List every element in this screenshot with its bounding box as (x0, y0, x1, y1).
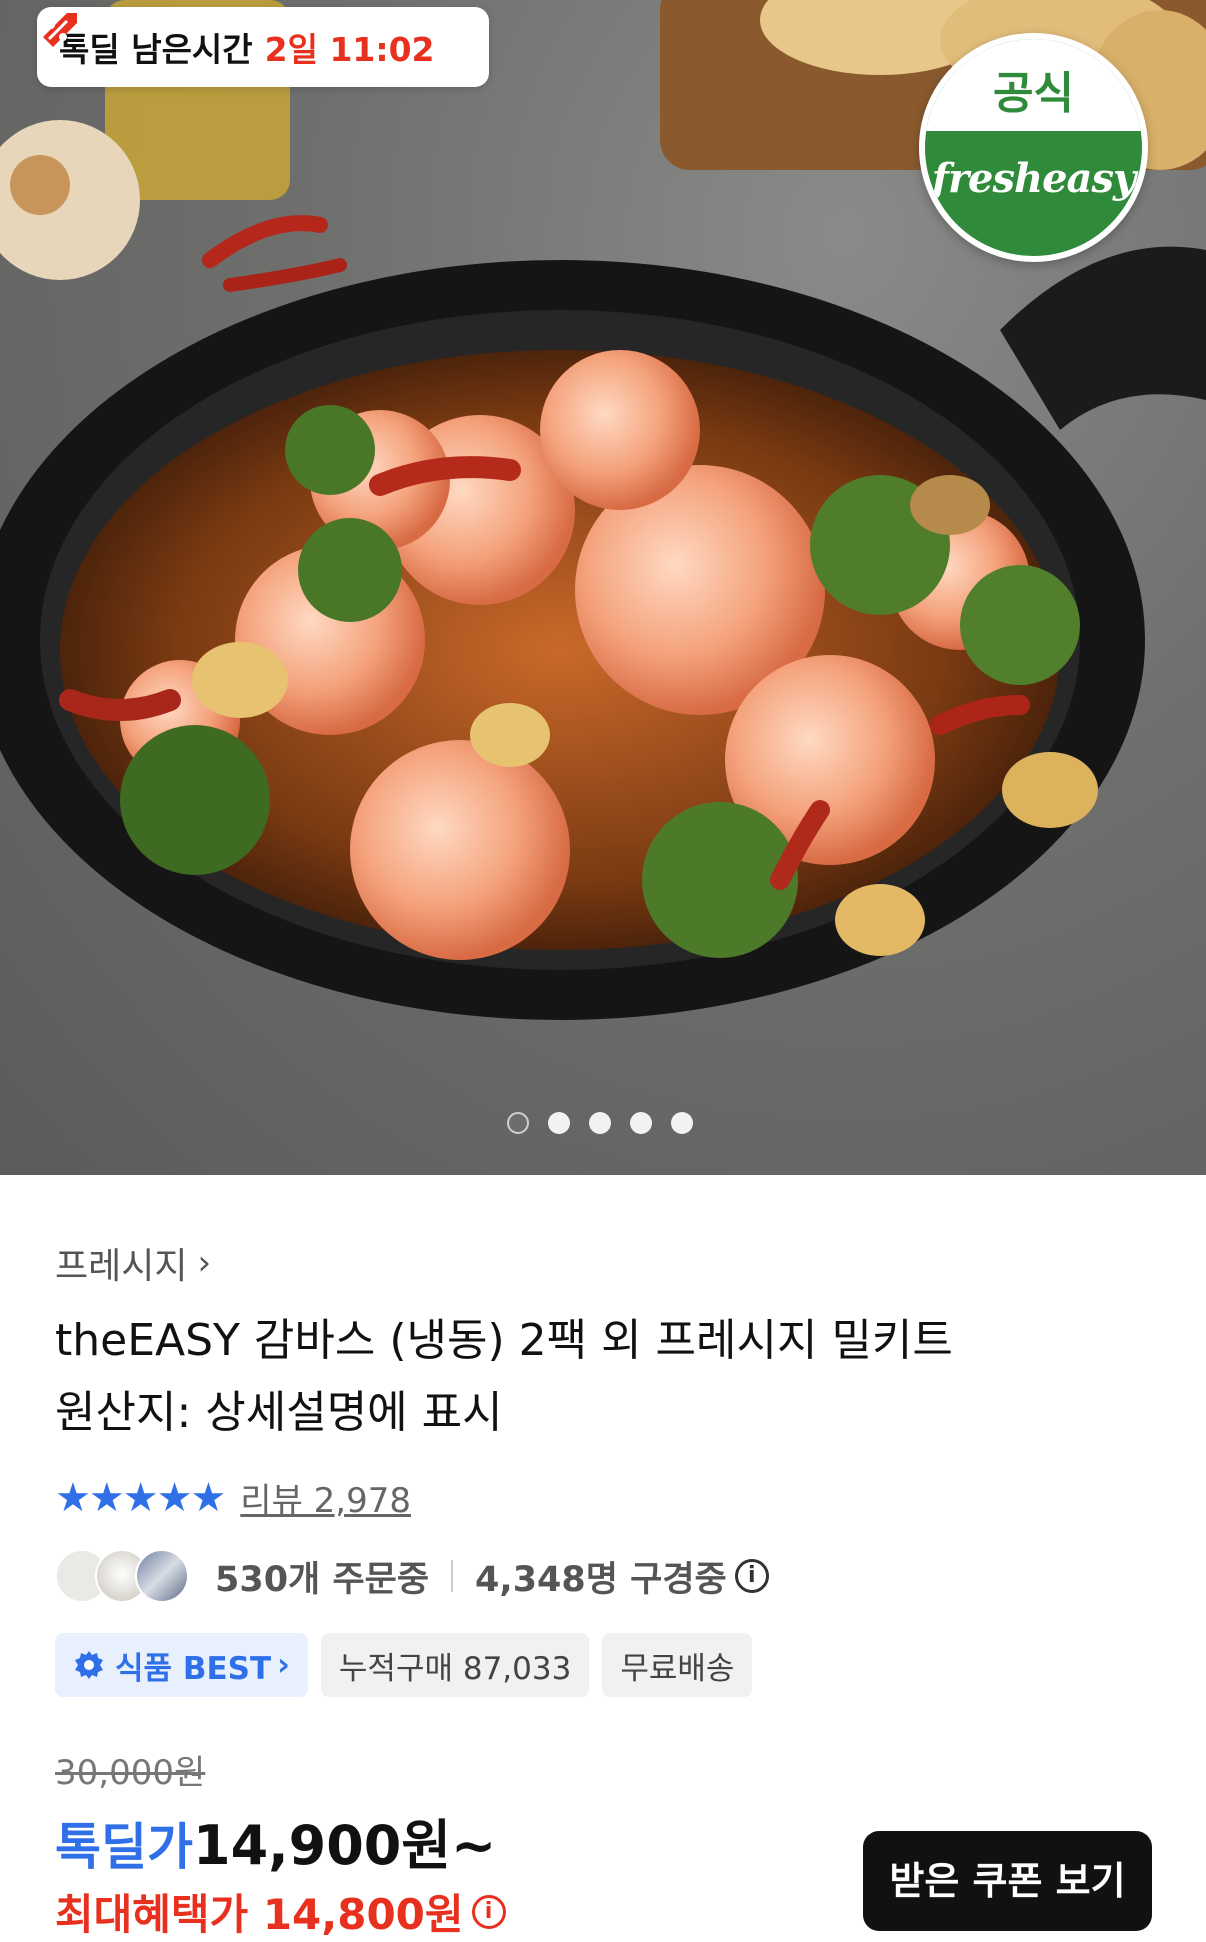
carousel-dot[interactable] (671, 1112, 693, 1134)
badge-brand-text: fresheasy (931, 155, 1136, 202)
food-best-label: 식품 BEST (115, 1650, 272, 1687)
badge-official-text: 공식 (993, 68, 1074, 119)
deal-price-label: 톡딜가 (55, 1818, 193, 1876)
deal-price-row: 톡딜가 14,900원~ (55, 1801, 496, 1880)
carousel-indicator (507, 1112, 693, 1134)
watching-count: 4,348명 구경중 (475, 1559, 727, 1600)
carousel-dot[interactable] (589, 1112, 611, 1134)
percent-tag-icon (43, 13, 77, 47)
cumulative-purchase-chip: 누적구매 87,033 (320, 1633, 590, 1697)
timer-label: 톡딜 남은시간 (59, 30, 253, 69)
free-shipping-chip: 무료배송 (602, 1633, 753, 1697)
carousel-dot[interactable] (507, 1112, 529, 1134)
gear-badge-icon (75, 1651, 103, 1679)
deal-price: 14,900원~ (193, 1814, 497, 1877)
chevron-right-icon: › (197, 1243, 212, 1283)
carousel-dot[interactable] (548, 1112, 570, 1134)
product-image-carousel[interactable]: 톡딜 남은시간 2일 11:02 공식 fresheasy (0, 0, 1206, 1175)
ordering-count: 530개 주문중 (215, 1559, 430, 1600)
rating-row[interactable]: ★★★★★ 리뷰 2,978 (55, 1473, 411, 1522)
original-price: 30,000원 (55, 1753, 206, 1793)
avatar (135, 1549, 189, 1603)
food-best-chip[interactable]: 식품 BEST › (55, 1633, 308, 1697)
product-origin-line: 원산지: 상세설명에 표시 (55, 1387, 503, 1438)
buyer-avatars (55, 1549, 189, 1603)
divider (451, 1560, 454, 1592)
social-proof-row: 530개 주문중 4,348명 구경중 i (55, 1549, 769, 1603)
product-title: theEASY 감바스 (냉동) 2팩 외 프레시지 밀키트 원산지: 상세설명… (55, 1305, 1155, 1449)
max-benefit-price: 최대혜택가 14,800원 (55, 1890, 464, 1939)
brand-link[interactable]: 프레시지 › (55, 1237, 211, 1289)
timer-value: 2일 11:02 (264, 30, 435, 69)
info-icon[interactable]: i (734, 1559, 769, 1593)
info-icon[interactable]: i (471, 1894, 506, 1929)
view-coupons-button[interactable]: 받은 쿠폰 보기 (863, 1831, 1152, 1931)
talk-deal-timer: 톡딜 남은시간 2일 11:02 (37, 7, 489, 87)
star-icon: ★★★★★ (55, 1474, 226, 1521)
brand-name: 프레시지 (55, 1246, 188, 1287)
official-fresheasy-badge: 공식 fresheasy (919, 33, 1148, 262)
max-benefit-row: 최대혜택가 14,800원 i (55, 1881, 506, 1942)
carousel-dot[interactable] (630, 1112, 652, 1134)
chevron-right-icon: › (277, 1647, 290, 1683)
product-info-panel: 프레시지 › theEASY 감바스 (냉동) 2팩 외 프레시지 밀키트 원산… (0, 1175, 1206, 1939)
product-chips: 식품 BEST › 누적구매 87,033 무료배송 (55, 1633, 753, 1697)
review-count-link[interactable]: 리뷰 2,978 (240, 1473, 411, 1522)
product-title-line1: theEASY 감바스 (냉동) 2팩 외 프레시지 밀키트 (55, 1315, 953, 1366)
